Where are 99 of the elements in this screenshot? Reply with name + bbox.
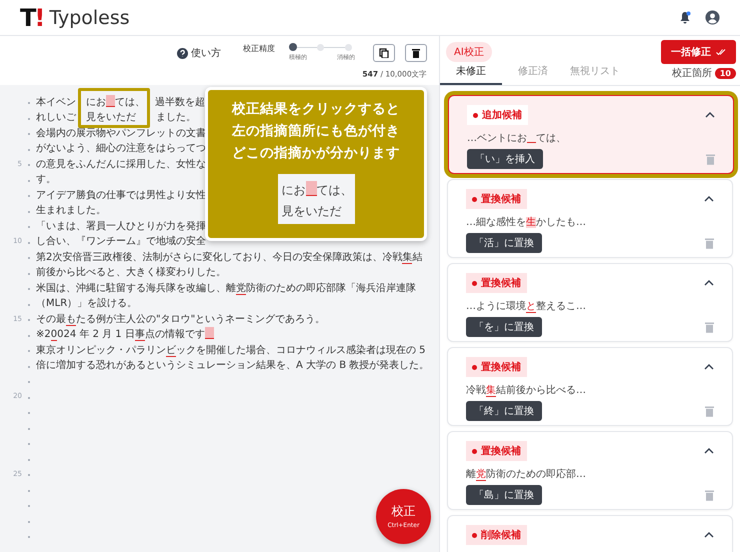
user-icon[interactable] xyxy=(705,10,720,25)
chevron-up-icon[interactable] xyxy=(705,112,715,118)
type-badge: 置換候補 xyxy=(466,441,527,461)
trash-button[interactable] xyxy=(405,44,427,62)
line-dot-icon xyxy=(28,505,30,508)
tooltip-text: 左の指摘箇所にも色が付き xyxy=(232,122,400,141)
apply-button[interactable]: 「終」に置換 xyxy=(466,401,542,421)
line-dot-icon xyxy=(28,257,30,260)
line-dot-icon xyxy=(28,366,30,368)
text-line: 「いまは、署員一人ひとりが力を発揮 xyxy=(36,220,206,233)
text-line: （MLR）」を設ける。 xyxy=(36,296,138,310)
context-text: 離党防衛のための即応部… xyxy=(466,468,587,481)
slider-thumb[interactable] xyxy=(289,43,297,51)
fix-all-button[interactable]: 一括修正 xyxy=(661,40,736,64)
line-dot-icon xyxy=(28,428,30,430)
line-dot-icon xyxy=(28,458,30,461)
line-dot-icon xyxy=(28,350,30,352)
line-dot-icon xyxy=(28,319,30,322)
text-line: 第2次安倍晋三政権後、法制がさらに変化しており、今日の安全保障政策は、冷戦集結 xyxy=(36,250,422,264)
tab[interactable]: 未修正 xyxy=(440,64,502,85)
chevron-up-icon[interactable] xyxy=(704,364,714,370)
app-name: Typoless xyxy=(49,6,130,28)
line-dot-icon xyxy=(28,412,30,414)
text-line: 前後から比べると、大きく様変わりした。 xyxy=(36,266,226,280)
line-dot-icon xyxy=(28,536,30,538)
text-line: その最もたる例が主人公の"タロウ"というネーミングであろう。 xyxy=(36,312,326,326)
apply-button[interactable]: 「い」を挿入 xyxy=(467,149,543,169)
text-line: 生まれました。 xyxy=(36,204,106,218)
line-dot-icon xyxy=(28,195,30,198)
text-line: 本イベン にお ては、 過半数を超 xyxy=(36,94,205,109)
line-dot-icon xyxy=(28,443,30,446)
bell-icon[interactable] xyxy=(679,11,691,24)
result-card[interactable]: 削除候補 xyxy=(448,516,732,552)
line-dot-icon xyxy=(28,272,30,275)
context-text: …ベントにお ては、 xyxy=(467,131,567,145)
line-dot-icon xyxy=(28,381,30,384)
result-card[interactable]: 追加候補 …ベントにお ては、 「い」を挿入 xyxy=(449,96,733,173)
line-dot-icon xyxy=(28,304,30,306)
line-dot-icon xyxy=(28,490,30,492)
text-line: れしいご 見をいただ ました。 xyxy=(36,111,196,124)
line-dot-icon xyxy=(28,133,30,136)
line-dot-icon xyxy=(28,396,30,399)
text-line: の意見をふんだんに採用した、女性な xyxy=(36,158,206,171)
type-badge: 置換候補 xyxy=(466,357,527,377)
ai-proofread-pill[interactable]: AI校正 xyxy=(446,42,492,62)
preview-text: 見をいただ xyxy=(282,203,342,220)
text-line: 米国は、沖縄に駐留する海兵隊を改編し、離党防衛のための即応部隊「海兵沿岸連隊 xyxy=(36,282,416,295)
text-line: がないよう、細心の注意をはらってつ xyxy=(36,142,206,156)
tooltip-text: 校正結果をクリックすると xyxy=(232,100,400,119)
copy-icon xyxy=(379,48,389,58)
trash-icon xyxy=(412,48,420,58)
type-badge: 置換候補 xyxy=(466,189,527,209)
line-dot-icon xyxy=(28,474,30,476)
type-badge: 削除候補 xyxy=(466,525,527,545)
line-dot-icon xyxy=(28,288,30,290)
chevron-up-icon[interactable] xyxy=(704,532,714,538)
apply-button[interactable]: 「活」に置換 xyxy=(466,233,542,253)
context-text: …ように環境と整えるこ… xyxy=(466,300,587,313)
result-card[interactable]: 置換候補 …細な感性を生かしたも… 「活」に置換 xyxy=(448,180,732,257)
text-line: 会場内の展示物やパンフレットの文書 xyxy=(36,126,206,140)
line-dot-icon xyxy=(28,520,30,523)
text-line: アイデア勝負の仕事では男性より女性 xyxy=(36,188,206,202)
text-line: す。 xyxy=(36,173,56,186)
text-line: し合い、『ワンチーム』で地域の安全 xyxy=(36,234,206,248)
type-badge: 置換候補 xyxy=(466,273,527,293)
count-label: 校正箇所 xyxy=(672,66,712,80)
tooltip-text: どこの指摘かが分かります xyxy=(232,144,400,163)
chevron-up-icon[interactable] xyxy=(704,196,714,202)
text-line: 倍に増加する恐れがあるというシミュレーション結果を、A 大学の B 教授が発表した。 xyxy=(36,358,430,372)
chevron-up-icon[interactable] xyxy=(704,280,714,286)
result-card[interactable]: 置換候補 冷戦集結前後から比べる… 「終」に置換 xyxy=(448,348,732,425)
line-dot-icon xyxy=(28,180,30,182)
context-text: …細な感性を生かしたも… xyxy=(466,216,587,229)
double-check-icon xyxy=(716,49,726,55)
line-dot-icon xyxy=(28,334,30,337)
line-dot-icon xyxy=(28,102,30,104)
result-card[interactable]: 置換候補 離党防衛のための即応部… 「島」に置換 xyxy=(448,432,732,509)
logo-mark[interactable]: T! xyxy=(20,4,44,32)
text-line: ※20024 年 2 月 1 日事点の情報です xyxy=(36,327,214,342)
line-dot-icon xyxy=(28,164,30,166)
line-dot-icon xyxy=(28,226,30,228)
help-link[interactable]: 使い方 xyxy=(177,46,221,60)
apply-button[interactable]: 「島」に置換 xyxy=(466,485,542,505)
type-badge: 追加候補 xyxy=(467,105,528,125)
line-dot-icon xyxy=(28,210,30,213)
result-card[interactable]: 置換候補 …ように環境と整えるこ… 「を」に置換 xyxy=(448,264,732,341)
line-dot-icon xyxy=(28,242,30,244)
highlight-frame xyxy=(78,88,150,128)
copy-button[interactable] xyxy=(373,44,395,62)
line-dot-icon xyxy=(28,148,30,151)
precision-label: 校正精度 xyxy=(243,43,275,54)
line-dot-icon xyxy=(28,118,30,120)
count-badge: 10 xyxy=(714,68,736,78)
help-icon xyxy=(177,48,188,58)
chevron-up-icon[interactable] xyxy=(704,448,714,454)
context-text: 冷戦集結前後から比べる… xyxy=(466,384,587,397)
apply-button[interactable]: 「を」に置換 xyxy=(466,317,542,337)
text-line: 東京オリンピック・パラリン ビックを開催した場合、コロナウィルス感染者は現在の 5 xyxy=(36,344,426,357)
preview-text: にお ては、 xyxy=(282,180,350,199)
